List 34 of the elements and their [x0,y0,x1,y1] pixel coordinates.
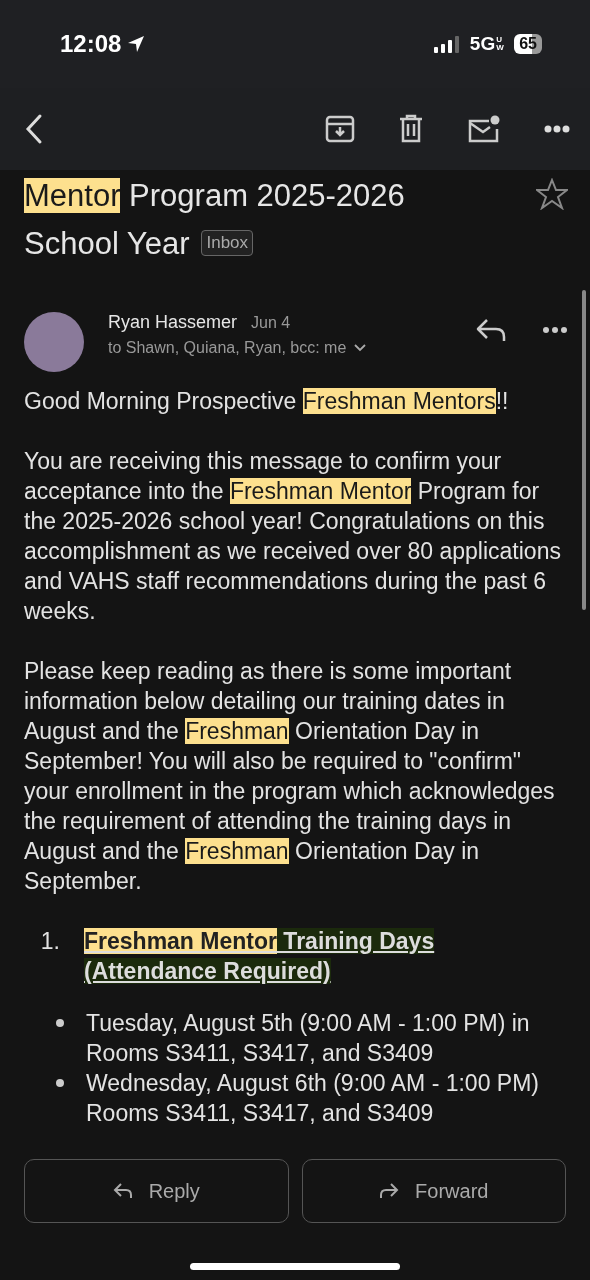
bullet-icon [56,1019,64,1027]
body-paragraph: Good Morning Prospective Freshman Mentors!! [24,387,510,416]
body-paragraph: Please keep reading as there is some important information below detailing our training dates in August and the Freshman Orientation Day in September! You will also be required to "confirm" your enrollment in the program which acknowledges the requirement of attending the training days in August and the Freshman Orientation Day in September. [24,657,556,896]
list-item-text: Wednesday, August 6th (9:00 AM - 1:00 PM) Rooms S3411, S3417, and S3409 [86,1069,540,1128]
inbox-label: Inbox [201,230,254,256]
list-item-text: Tuesday, August 5th (9:00 AM - 1:00 PM) in Rooms S3411, S3417, and S3409 [86,1009,531,1068]
reply-icon[interactable] [476,318,506,342]
list-number: 1. [39,927,61,956]
avatar-circle [24,312,84,372]
message-date: Jun 4 [251,314,291,332]
archive-icon[interactable] [325,114,355,144]
more-icon[interactable] [542,326,568,334]
trash-icon[interactable] [398,114,424,144]
signal-icon [433,35,460,53]
bullet-icon [56,1079,64,1087]
chevron-down-icon [354,344,367,352]
back-icon[interactable] [24,113,44,145]
network-label: 5G [469,33,496,55]
more-icon[interactable] [544,125,570,133]
reply-icon [112,1182,133,1200]
forward-button[interactable]: Forward [301,1159,566,1223]
clock-time: 12:08 [60,30,122,58]
mail-dot-icon[interactable] [467,114,501,144]
network-sublabel: UW [496,36,505,52]
location-arrow-icon [127,35,146,53]
forward-icon [379,1182,400,1200]
scrollbar[interactable] [582,290,586,610]
battery-indicator: 65 [514,34,542,54]
recipients-toggle[interactable]: to Shawn, Quiana, Ryan, bcc: me [108,339,452,357]
sender-name: Ryan Hassemer [108,312,238,333]
star-icon[interactable] [536,178,568,210]
reply-button[interactable]: Reply [24,1159,289,1223]
body-paragraph: You are receiving this message to confirm your acceptance into the Freshman Mentor Program for the 2025-2026 school year! Congratulations on this accomplishment as we received over 80 applications and VAHS staff recommendations during the past 6 weeks. [24,447,562,626]
email-subject: Mentor Program 2025-2026 School Year Inbox [24,177,406,263]
